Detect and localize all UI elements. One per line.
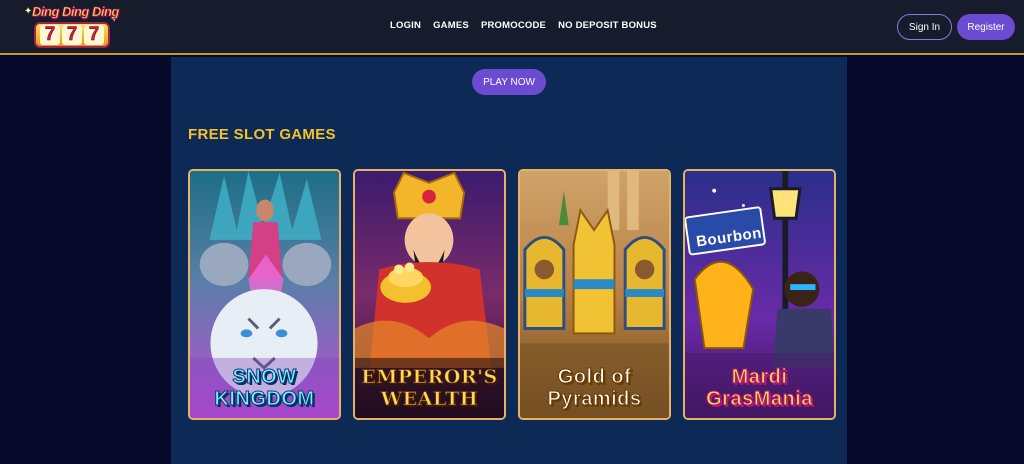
logo-text: Ding Ding Ding [32, 4, 120, 20]
game-card-snow-kingdom[interactable]: SNOW KINGDOM [188, 169, 341, 420]
game-card-mardi-gras-mania[interactable]: Bourbon Mardi GrasMania [683, 169, 836, 420]
top-bar: ✦ ✦ Ding Ding Ding 7 7 7 LOGIN GAMES PRO… [0, 0, 1024, 55]
nav-promocode[interactable]: PROMOCODE [481, 20, 546, 31]
game-card-gold-of-pyramids[interactable]: Gold of Pyramids [518, 169, 671, 420]
play-now-button[interactable]: PLAY NOW [472, 69, 546, 95]
logo-reel: 7 [40, 24, 60, 45]
logo-reels: 7 7 7 [34, 22, 110, 48]
game-title-line1: Mardi [731, 366, 788, 388]
nav-no-deposit-bonus[interactable]: NO DEPOSIT BONUS [558, 20, 657, 31]
nav-login[interactable]: LOGIN [390, 20, 421, 31]
sign-in-button[interactable]: Sign In [897, 14, 952, 40]
game-title-line2: WEALTH [380, 388, 479, 410]
site-logo[interactable]: ✦ ✦ Ding Ding Ding 7 7 7 [22, 2, 122, 52]
main-nav: LOGIN GAMES PROMOCODE NO DEPOSIT BONUS [390, 20, 657, 31]
register-button[interactable]: Register [957, 14, 1015, 40]
game-title-line1: Gold of [557, 366, 632, 388]
game-title-line1: SNOW [232, 366, 297, 388]
game-title-line2: GrasMania [706, 388, 813, 410]
game-card-emperors-wealth[interactable]: EMPEROR'S WEALTH [353, 169, 506, 420]
game-title-line2: KINGDOM [214, 388, 315, 410]
game-title-line2: Pyramids [547, 388, 642, 410]
game-title-line1: EMPEROR'S [361, 366, 498, 388]
logo-reel: 7 [62, 24, 82, 45]
logo-reel: 7 [84, 24, 104, 45]
section-title: FREE SLOT GAMES [188, 126, 336, 143]
main-content: PLAY NOW FREE SLOT GAMES SNOW KINGDOM EM… [171, 57, 847, 464]
nav-games[interactable]: GAMES [433, 20, 469, 31]
